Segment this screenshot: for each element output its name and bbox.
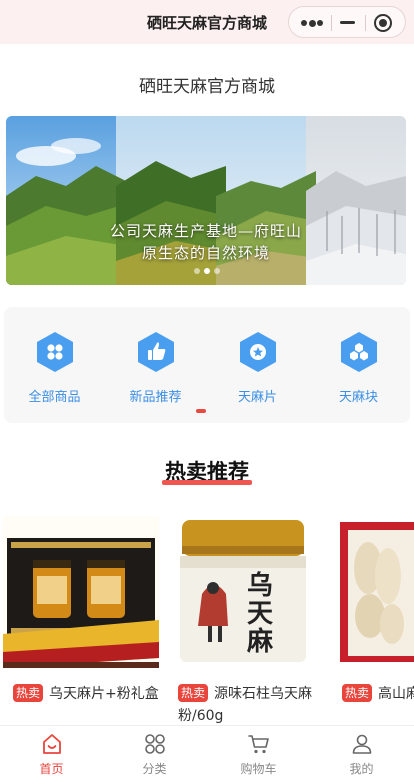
product-card[interactable]: 热卖高山麻片/100g	[332, 516, 414, 726]
tab-label: 首页	[39, 762, 64, 776]
banner-dot[interactable]	[194, 268, 200, 274]
product-name: 高山麻片/100g	[378, 686, 414, 702]
tab-label: 分类	[142, 762, 167, 776]
category-label: 全部商品	[28, 390, 81, 405]
category-item-tianma-chunks[interactable]: 天麻块	[308, 331, 409, 411]
category-item-new-arrivals[interactable]: 新品推荐	[105, 331, 206, 411]
product-image	[332, 516, 414, 668]
grid-dots-icon	[37, 332, 73, 372]
product-title: 热卖 源味石柱乌天麻粉/60g	[178, 683, 328, 727]
tab-label: 购物车	[240, 762, 277, 776]
hot-badge: 热卖	[178, 684, 209, 702]
banner-dot-active[interactable]	[204, 268, 210, 274]
home-icon	[43, 734, 61, 754]
more-icon[interactable]	[301, 19, 323, 27]
hot-badge: 热卖	[13, 684, 44, 702]
product-image: 乌天麻	[168, 516, 324, 668]
mini-program-navbar: 硒旺天麻官方商城	[0, 0, 414, 44]
jar-label: 乌天麻	[246, 571, 273, 657]
cart-icon	[248, 735, 269, 754]
banner-caption-line1: 公司天麻生产基地—府旺山	[109, 222, 302, 240]
banner-carousel[interactable]: 公司天麻生产基地—府旺山 原生态的自然环境	[6, 116, 406, 285]
star-badge-icon	[240, 332, 276, 372]
section-title-underline	[162, 480, 252, 485]
category-label: 天麻片	[237, 390, 277, 405]
capsule-menu	[288, 6, 406, 38]
hot-badge: 热卖	[342, 684, 373, 702]
product-title: 热卖高山麻片/100g	[342, 683, 414, 705]
tab-cart[interactable]: 购物车	[207, 726, 310, 780]
category-label: 新品推荐	[129, 390, 182, 405]
product-card[interactable]: 乌天麻 热卖 源味石柱乌天麻粉/60g	[168, 516, 324, 726]
shop-title: 硒旺天麻官方商城	[139, 77, 275, 97]
product-title: 热卖 乌天麻片+粉礼盒	[13, 683, 163, 705]
banner-pagination	[6, 268, 406, 276]
category-panel: 全部商品 新品推荐 天麻片 天麻块	[4, 307, 410, 423]
thumbs-up-icon	[138, 332, 174, 372]
bottom-tabbar: 首页 分类 购物车 我的	[0, 725, 414, 780]
close-target-icon[interactable]	[374, 14, 392, 32]
product-image	[3, 516, 159, 668]
category-label: 天麻块	[338, 390, 378, 405]
tab-label: 我的	[349, 762, 374, 776]
category-icon	[145, 734, 165, 754]
banner-dot[interactable]	[214, 268, 220, 274]
hexagon-blocks-icon	[341, 332, 377, 372]
category-item-all-products[interactable]: 全部商品	[4, 331, 105, 411]
tab-category[interactable]: 分类	[103, 726, 206, 780]
user-icon	[352, 734, 372, 754]
banner-caption-line2: 原生态的自然环境	[141, 244, 270, 262]
category-item-tianma-slices[interactable]: 天麻片	[207, 331, 308, 411]
product-name: 乌天麻片+粉礼盒	[49, 686, 159, 702]
tab-profile[interactable]: 我的	[310, 726, 413, 780]
minimize-icon[interactable]	[340, 21, 355, 24]
product-card[interactable]: 热卖 乌天麻片+粉礼盒	[3, 516, 159, 726]
category-page-indicator	[196, 409, 206, 413]
capsule-divider	[365, 15, 366, 31]
page: 硒旺天麻官方商城 硒旺天麻官方商城 公司天麻生产基地—府旺山 原生态的自然环境 …	[0, 0, 414, 780]
tab-home[interactable]: 首页	[0, 726, 103, 780]
capsule-divider	[331, 15, 332, 31]
